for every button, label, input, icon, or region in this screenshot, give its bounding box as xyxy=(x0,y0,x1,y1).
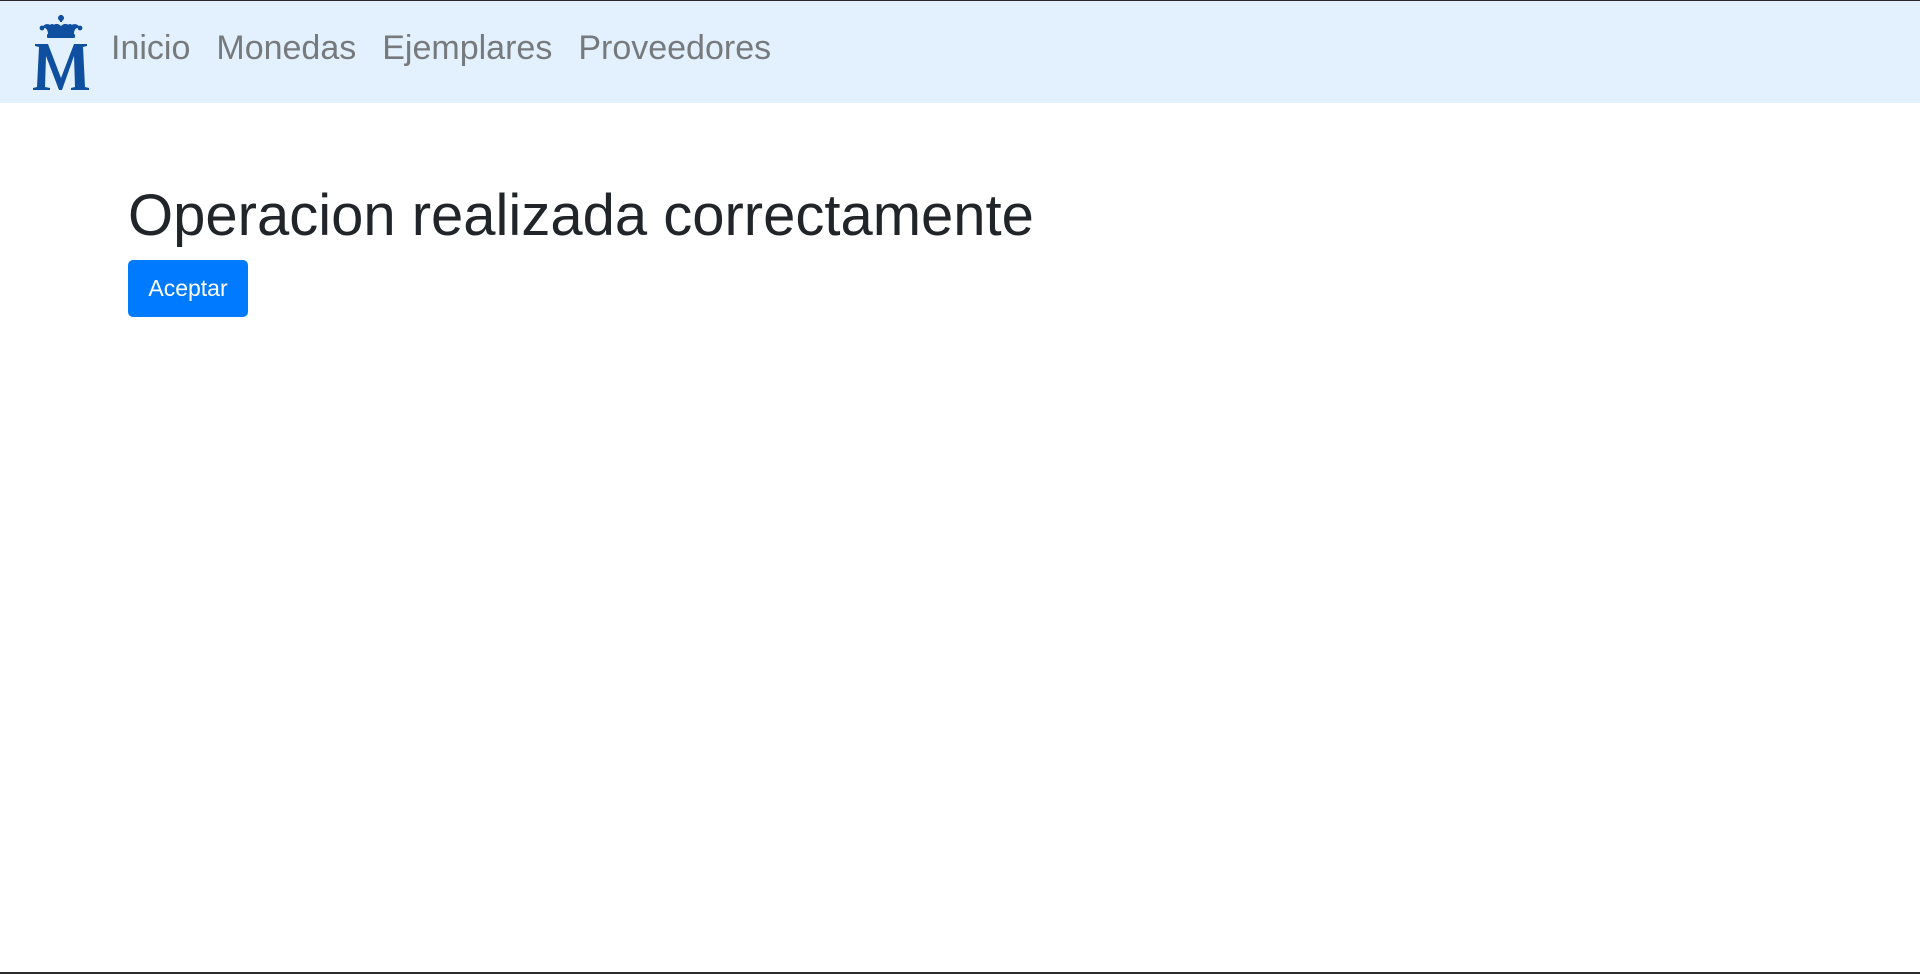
navbar: Inicio Monedas Ejemplares Proveedores xyxy=(0,1,1920,103)
page: Inicio Monedas Ejemplares Proveedores Op… xyxy=(0,0,1920,974)
accept-button[interactable]: Aceptar xyxy=(128,260,248,317)
page-title: Operacion realizada correctamente xyxy=(128,183,1034,248)
nav-link-monedas[interactable]: Monedas xyxy=(216,23,356,73)
main-content: Operacion realizada correctamente Acepta… xyxy=(128,179,1034,317)
nav-link-inicio[interactable]: Inicio xyxy=(111,23,190,73)
nav-link-ejemplares[interactable]: Ejemplares xyxy=(382,23,552,73)
crowned-m-monogram-icon xyxy=(33,15,89,90)
nav-link-proveedores[interactable]: Proveedores xyxy=(578,23,771,73)
brand-logo-link[interactable] xyxy=(30,14,92,92)
main-nav: Inicio Monedas Ejemplares Proveedores xyxy=(111,23,797,73)
